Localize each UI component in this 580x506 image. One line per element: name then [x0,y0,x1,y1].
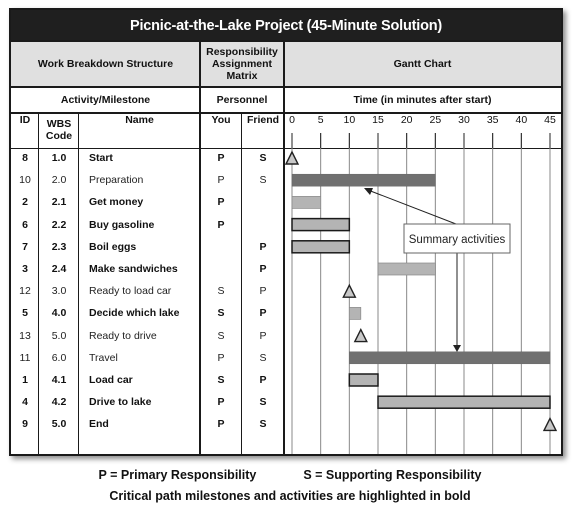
callout-label: Summary activities [409,234,506,246]
milestone-ready-to-drive [353,328,368,343]
legend-primary: P = Primary Responsibility [98,468,257,482]
task-bar-boil-eggs [291,240,351,254]
gantt-chart: Summary activities [284,133,558,454]
task-bar-drive-to-lake [377,395,551,409]
legend-line-1: P = Primary Responsibility S = Supportin… [0,468,580,482]
task-bar-load-car [348,373,379,387]
milestone-ready-to-load-car [342,283,357,298]
callout-arrowhead [453,345,461,352]
milestone-end [542,416,558,432]
task-bar-buy-gasoline [291,217,351,232]
legend-supporting: S = Supporting Responsibility [303,468,482,482]
summary-bar-travel [349,351,551,365]
task-bar-decide-which-lake [348,307,362,320]
task-bar-get-money [291,196,322,209]
task-bar-make-sandwiches [377,262,436,276]
callout-arrow-line [367,189,457,225]
milestone-start [284,150,300,165]
legend-critical-note: Critical path milestones and activities … [109,489,471,503]
summary-bar-preparation [291,173,436,187]
